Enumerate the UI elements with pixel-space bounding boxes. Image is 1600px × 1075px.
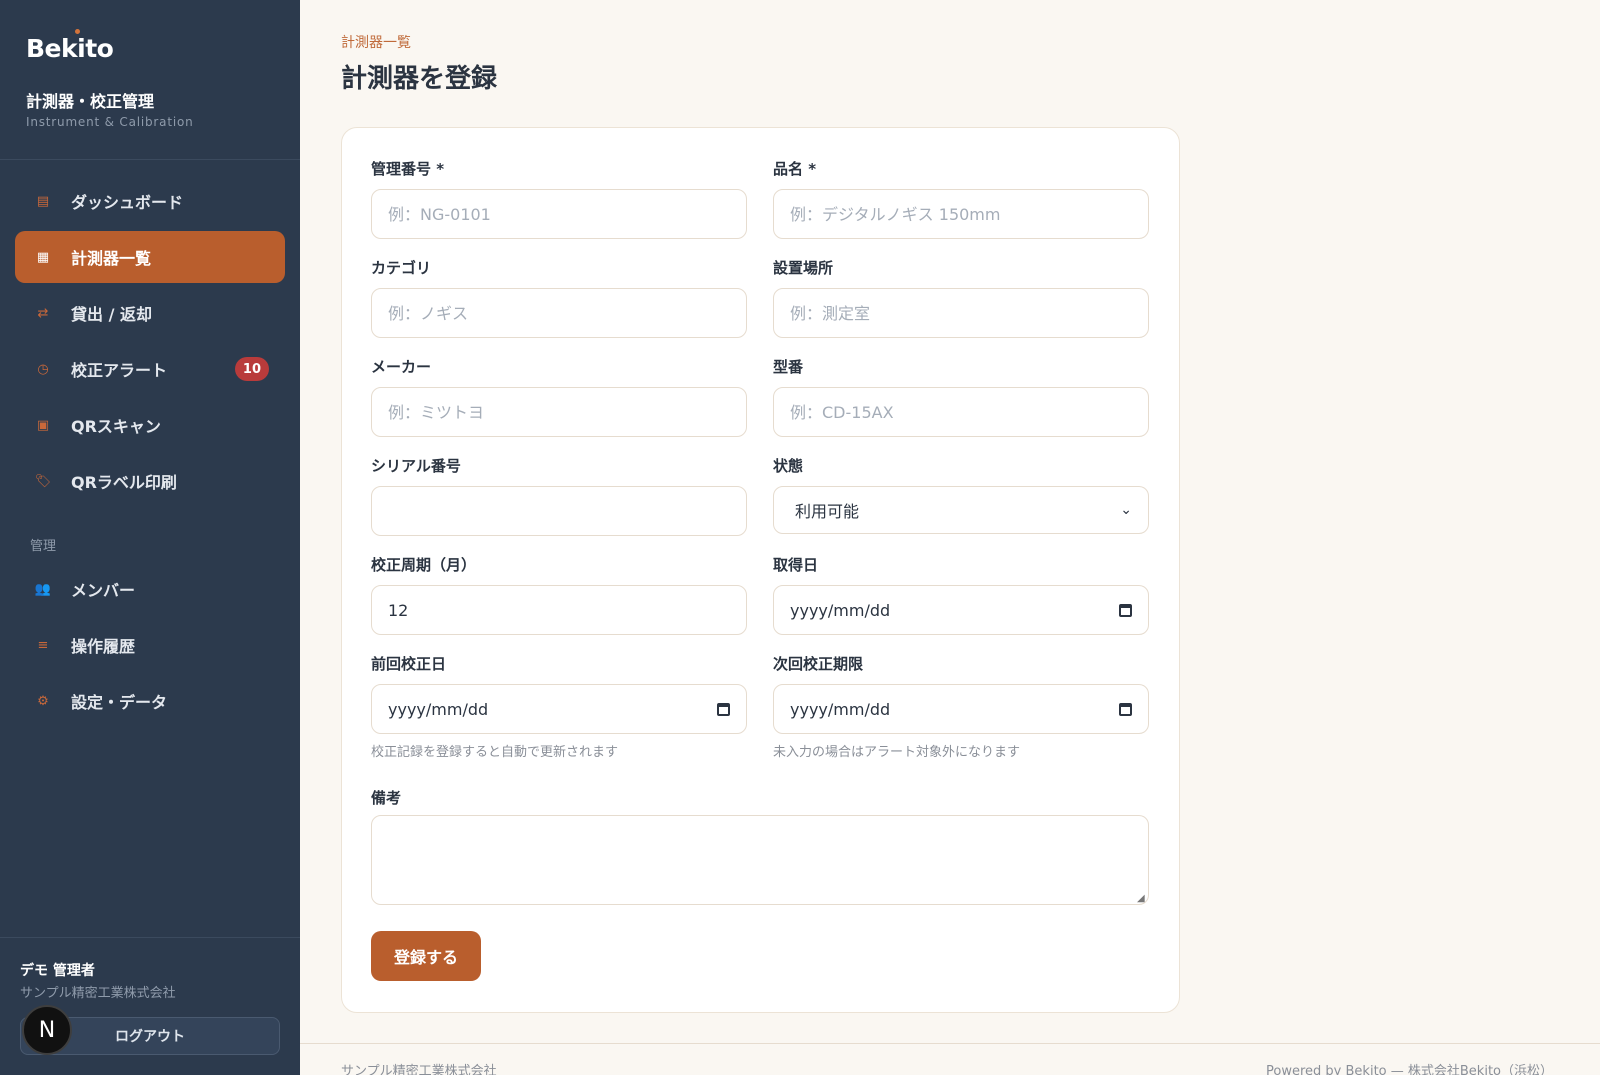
sidebar: Bekito 計測器・校正管理 Instrument & Calibration… (0, 0, 300, 1075)
logo-text: Bekito (26, 34, 114, 63)
user-name: デモ 管理者 (20, 963, 95, 979)
control-no-input[interactable] (371, 189, 747, 239)
status-select-value: 利用可能 (795, 502, 860, 521)
next-calib-label: 次回校正期限 (773, 655, 864, 673)
label-tag-icon: 🏷 (34, 473, 52, 489)
sidebar-divider (0, 159, 300, 160)
category-input[interactable] (371, 288, 747, 338)
next-calib-date-input[interactable]: yyyy/mm/dd (773, 684, 1149, 734)
qr-scan-icon: ▣ (36, 417, 50, 433)
model-label: 型番 (773, 358, 804, 376)
last-calib-label: 前回校正日 (371, 655, 447, 673)
sidebar-item-settings[interactable]: ⚙ 設定・データ (15, 675, 285, 727)
serial-input[interactable] (371, 486, 747, 536)
maker-input[interactable] (371, 387, 747, 437)
members-icon: 👥 (34, 581, 52, 597)
sidebar-item-instruments[interactable]: ▦ 計測器一覧 (15, 231, 285, 283)
submit-button[interactable]: 登録する (371, 931, 481, 981)
product-name-input[interactable] (773, 189, 1149, 239)
app-subtitle: Instrument & Calibration (26, 115, 194, 129)
clock-icon: ◷ (37, 361, 49, 377)
alert-count-badge: 10 (234, 357, 269, 381)
last-calib-date-input[interactable]: yyyy/mm/dd (371, 684, 747, 734)
location-label: 設置場所 (773, 259, 834, 277)
sidebar-item-label: 校正アラート (71, 361, 168, 380)
status-select[interactable]: 利用可能 ⌄ (773, 486, 1149, 534)
sidebar-item-calibration-alerts[interactable]: ◷ 校正アラート 10 (15, 343, 285, 395)
breadcrumb[interactable]: 計測器一覧 (341, 32, 411, 52)
swap-arrows-icon: ⇄ (37, 305, 49, 321)
product-name-label: 品名 * (773, 160, 817, 178)
sidebar-item-label: QRラベル印刷 (71, 473, 177, 492)
status-label: 状態 (773, 457, 804, 475)
sidebar-item-label: ダッシュボード (71, 193, 184, 212)
acquired-date-input[interactable]: yyyy/mm/dd (773, 585, 1149, 635)
footer-powered-by: Powered by Bekito — 株式会社Bekito（浜松） (1266, 1064, 1553, 1075)
notes-label: 備考 (371, 789, 402, 807)
page-title: 計測器を登録 (341, 64, 498, 94)
control-no-label: 管理番号 * (371, 160, 445, 178)
logo-dot (75, 29, 80, 34)
calendar-icon[interactable] (1119, 603, 1132, 617)
acquired-date-label: 取得日 (773, 556, 819, 574)
notes-textarea[interactable] (371, 815, 1149, 905)
location-input[interactable] (773, 288, 1149, 338)
app-title: 計測器・校正管理 (26, 92, 155, 111)
dashboard-icon: ▤ (36, 193, 50, 209)
last-calib-hint: 校正記録を登録すると自動で更新されます (371, 745, 619, 760)
next-calib-hint: 未入力の場合はアラート対象外になります (773, 745, 1021, 760)
grid-icon: ▦ (36, 249, 50, 265)
sidebar-item-members[interactable]: 👥 メンバー (15, 563, 285, 615)
sidebar-item-label: QRスキャン (71, 417, 161, 436)
sidebar-item-label: 計測器一覧 (71, 249, 152, 268)
footer-divider (300, 1043, 1600, 1044)
avatar[interactable]: N (22, 1005, 72, 1055)
calendar-icon[interactable] (1119, 702, 1132, 716)
user-org: サンプル精密工業株式会社 (20, 986, 176, 1001)
admin-section-label: 管理 (30, 539, 57, 554)
list-icon: ≡ (37, 637, 49, 653)
calendar-icon[interactable] (717, 702, 730, 716)
date-value: yyyy/mm/dd (790, 699, 891, 719)
serial-label: シリアル番号 (371, 457, 461, 475)
date-value: yyyy/mm/dd (790, 600, 891, 620)
sidebar-item-dashboard[interactable]: ▤ ダッシュボード (15, 175, 285, 227)
sidebar-item-label: メンバー (71, 581, 136, 600)
calib-cycle-label: 校正周期（月） (371, 556, 477, 574)
sidebar-item-qr-scan[interactable]: ▣ QRスキャン (15, 399, 285, 451)
model-input[interactable] (773, 387, 1149, 437)
chevron-down-icon: ⌄ (1120, 502, 1132, 518)
sidebar-item-label: 設定・データ (71, 693, 168, 712)
maker-label: メーカー (371, 358, 432, 376)
category-label: カテゴリ (371, 259, 432, 277)
sidebar-item-label: 貸出 / 返却 (71, 305, 152, 324)
brand-logo[interactable]: Bekito (26, 29, 114, 63)
sidebar-item-history[interactable]: ≡ 操作履歴 (15, 619, 285, 671)
sidebar-item-label: 操作履歴 (71, 637, 136, 656)
sidebar-item-lending[interactable]: ⇄ 貸出 / 返却 (15, 287, 285, 339)
calib-cycle-input[interactable] (371, 585, 747, 635)
sidebar-item-qr-label-print[interactable]: 🏷 QRラベル印刷 (15, 455, 285, 507)
sidebar-footer-divider (0, 937, 300, 938)
resize-grip-icon[interactable]: ◢ (1137, 893, 1145, 904)
footer-company: サンプル精密工業株式会社 (341, 1064, 497, 1075)
date-value: yyyy/mm/dd (388, 699, 489, 719)
gear-icon: ⚙ (37, 693, 49, 709)
